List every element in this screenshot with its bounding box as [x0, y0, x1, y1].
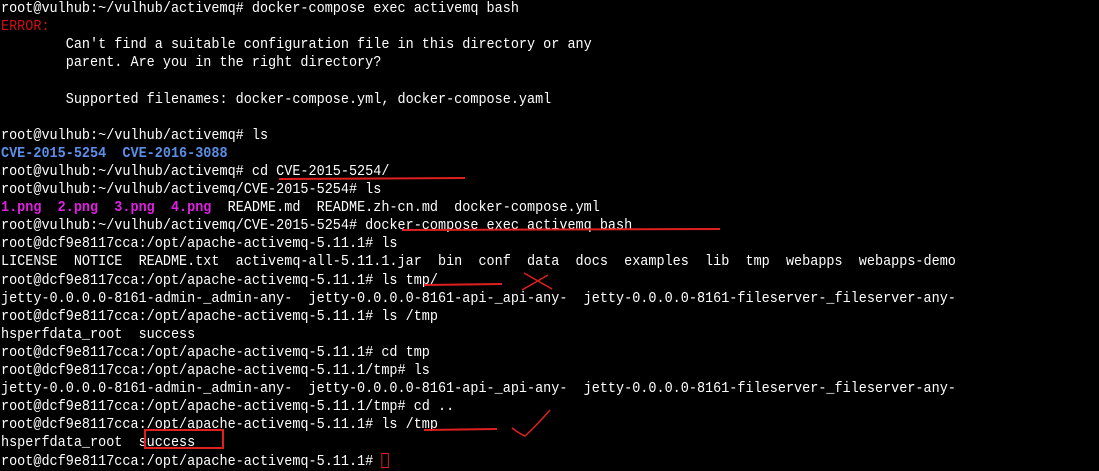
terminal-line: CVE-2015-5254 CVE-2016-3088 [1, 145, 228, 163]
terminal-text-segment: 1.png 2.png 3.png 4.png [1, 200, 212, 217]
terminal-text: root@vulhub:~/vulhub/activemq/CVE-2015-5… [1, 182, 382, 198]
terminal-text: root@vulhub:~/vulhub/activemq/CVE-2015-5… [1, 218, 633, 235]
terminal-text: jetty-0.0.0.0-8161-admin-_admin-any- jet… [1, 381, 956, 398]
terminal-line: root@dcf9e8117cca:/opt/apache-activemq-5… [1, 362, 430, 380]
terminal-line: LICENSE NOTICE README.txt activemq-all-5… [1, 253, 956, 271]
terminal-cursor[interactable] [381, 452, 389, 468]
terminal-text: root@vulhub:~/vulhub/activemq# ls [1, 127, 269, 144]
terminal-text: LICENSE NOTICE README.txt activemq-all-5… [1, 254, 956, 271]
terminal-text: parent. Are you in the right directory? [1, 55, 382, 72]
terminal-line: hsperfdata_root success [1, 326, 195, 344]
terminal-text: jetty-0.0.0.0-8161-admin-_admin-any- jet… [1, 290, 956, 307]
terminal-text: hsperfdata_root success [1, 326, 196, 343]
terminal-text: Can't find a suitable configuration file… [1, 37, 592, 54]
terminal-text: root@dcf9e8117cca:/opt/apache-activemq-5… [1, 308, 438, 325]
terminal-text: hsperfdata_root success [1, 435, 196, 452]
terminal-text: root@dcf9e8117cca:/opt/apache-activemq-5… [1, 236, 398, 253]
terminal-line: hsperfdata_root success [1, 434, 195, 452]
terminal-line: Supported filenames: docker-compose.yml,… [1, 91, 552, 109]
terminal-line: root@dcf9e8117cca:/opt/apache-activemq-5… [1, 398, 454, 416]
terminal-line: root@vulhub:~/vulhub/activemq# cd CVE-20… [1, 163, 389, 181]
terminal-window[interactable]: root@vulhub:~/vulhub/activemq# docker-co… [0, 0, 1099, 470]
terminal-text: root@dcf9e8117cca:/opt/apache-activemq-5… [1, 363, 430, 379]
terminal-line: jetty-0.0.0.0-8161-admin-_admin-any- jet… [1, 290, 956, 308]
terminal-text: root@vulhub:~/vulhub/activemq# docker-co… [1, 1, 519, 17]
terminal-text: ERROR: [1, 19, 50, 36]
terminal-line: Can't find a suitable configuration file… [1, 36, 592, 54]
terminal-text: root@dcf9e8117cca:/opt/apache-activemq-5… [1, 344, 430, 361]
terminal-line: root@dcf9e8117cca:/opt/apache-activemq-5… [1, 235, 398, 253]
terminal-line: root@vulhub:~/vulhub/activemq# ls [1, 127, 268, 145]
terminal-text: CVE-2015-5254 CVE-2016-3088 [1, 145, 228, 162]
terminal-text: root@vulhub:~/vulhub/activemq# cd CVE-20… [1, 163, 390, 180]
terminal-line: root@vulhub:~/vulhub/activemq/CVE-2015-5… [1, 181, 381, 199]
terminal-line: root@dcf9e8117cca:/opt/apache-activemq-5… [1, 272, 438, 290]
terminal-line: root@vulhub:~/vulhub/activemq# docker-co… [1, 0, 519, 18]
terminal-line: ERROR: [1, 18, 50, 36]
terminal-text: root@dcf9e8117cca:/opt/apache-activemq-5… [1, 453, 382, 470]
terminal-text: root@dcf9e8117cca:/opt/apache-activemq-5… [1, 417, 438, 434]
terminal-line: root@dcf9e8117cca:/opt/apache-activemq-5… [1, 416, 438, 434]
terminal-text-segment: README.md README.zh-cn.md docker-compose… [211, 200, 600, 217]
terminal-line: parent. Are you in the right directory? [1, 54, 382, 72]
terminal-line: root@vulhub:~/vulhub/activemq/CVE-2015-5… [1, 217, 632, 235]
terminal-text: root@dcf9e8117cca:/opt/apache-activemq-5… [1, 272, 438, 289]
terminal-text: root@dcf9e8117cca:/opt/apache-activemq-5… [1, 399, 455, 416]
terminal-text: Supported filenames: docker-compose.yml,… [1, 91, 552, 108]
terminal-line: jetty-0.0.0.0-8161-admin-_admin-any- jet… [1, 380, 956, 398]
terminal-line: 1.png 2.png 3.png 4.png README.md README… [1, 199, 600, 217]
terminal-line: root@dcf9e8117cca:/opt/apache-activemq-5… [1, 308, 438, 326]
terminal-line: root@dcf9e8117cca:/opt/apache-activemq-5… [1, 344, 430, 362]
